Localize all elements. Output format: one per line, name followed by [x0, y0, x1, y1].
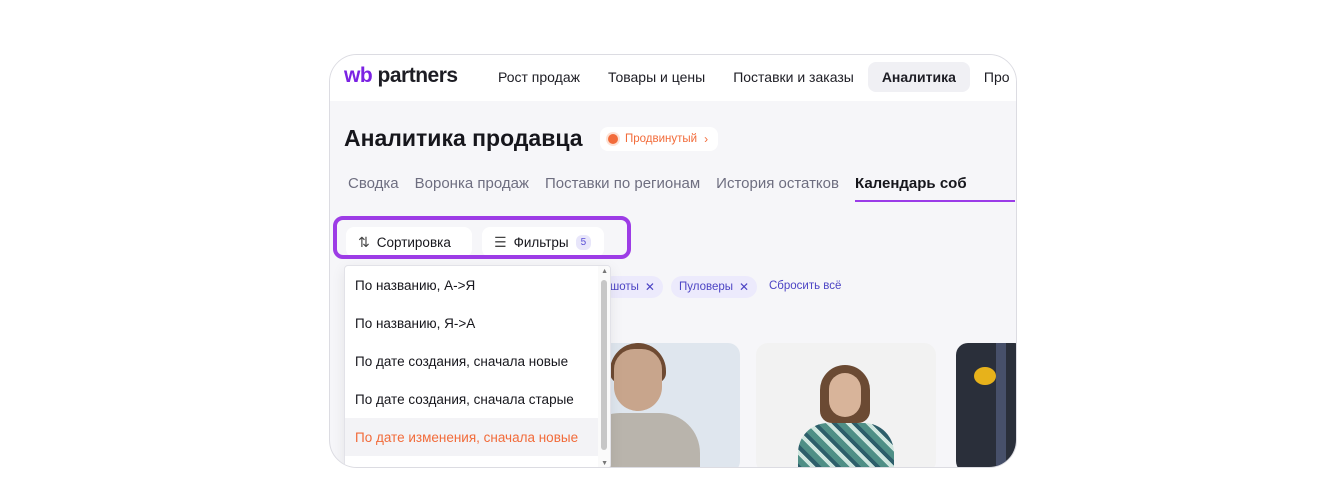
highlight-outline [333, 216, 631, 259]
nav-item-sales-growth[interactable]: Рост продаж [484, 62, 594, 92]
nav-item-supplies-orders[interactable]: Поставки и заказы [719, 62, 868, 92]
logo-partners: partners [377, 64, 459, 87]
analytics-tabs: Сводка Воронка продаж Поставки по регион… [340, 173, 1015, 202]
sort-option-selected[interactable]: По дате изменения, сначала новые [345, 418, 610, 456]
nav-item-analytics[interactable]: Аналитика [867, 62, 970, 92]
filter-chip-label: Пуловеры [679, 281, 734, 293]
blouse-figure [798, 423, 894, 467]
logo-wb: wb [344, 64, 373, 87]
nav-item-products-prices[interactable]: Товары и цены [594, 62, 719, 92]
decor-stripe [996, 343, 1006, 467]
chevron-right-icon: › [704, 132, 709, 146]
tab-summary[interactable]: Сводка [340, 173, 407, 202]
tab-events-calendar[interactable]: Календарь соб [847, 173, 1015, 202]
filter-chip-label: шоты [610, 281, 639, 293]
scroll-down-icon[interactable]: ▼ [601, 460, 608, 467]
nav-item-more[interactable]: Про [970, 62, 1016, 92]
decor-glow [974, 367, 996, 385]
status-dot-icon [608, 134, 618, 144]
product-card-image[interactable] [756, 343, 936, 467]
plan-badge[interactable]: Продвинутый › [600, 127, 719, 151]
wb-partners-logo[interactable]: wb partners [344, 64, 458, 88]
scrollbar-thumb[interactable] [601, 280, 607, 450]
scroll-up-icon[interactable]: ▲ [601, 268, 608, 275]
sort-option[interactable]: По названию, А->Я [345, 266, 610, 304]
face-shape [614, 349, 662, 411]
product-card-image[interactable] [956, 343, 1016, 467]
sort-dropdown: По названию, А->Я По названию, Я->А По д… [344, 265, 611, 467]
sort-option[interactable]: По дате создания, сначала новые [345, 342, 610, 380]
main-nav: Рост продаж Товары и цены Поставки и зак… [484, 62, 1016, 92]
tab-sales-funnel[interactable]: Воронка продаж [407, 173, 537, 202]
reset-filters-link[interactable]: Сбросить всё [769, 280, 841, 292]
top-navigation: wb partners Рост продаж Товары и цены По… [330, 55, 1016, 101]
tab-regional-supplies[interactable]: Поставки по регионам [537, 173, 708, 202]
plan-badge-label: Продвинутый [625, 133, 698, 145]
face-shape [829, 373, 861, 417]
product-card-image[interactable] [590, 343, 740, 467]
sort-option[interactable]: По дате создания, сначала старые [345, 380, 610, 418]
close-icon[interactable]: ✕ [739, 280, 749, 294]
page-title: Аналитика продавца [344, 125, 583, 151]
close-icon[interactable]: ✕ [645, 280, 655, 294]
dropdown-scrollbar[interactable]: ▲ ▼ [598, 266, 610, 467]
app-window: wb partners Рост продаж Товары и цены По… [329, 54, 1017, 468]
filter-chip[interactable]: шоты ✕ [602, 276, 663, 298]
tab-stock-history[interactable]: История остатков [708, 173, 847, 202]
sort-option[interactable]: По названию, Я->А [345, 304, 610, 342]
filter-chip[interactable]: Пуловеры ✕ [671, 276, 758, 298]
